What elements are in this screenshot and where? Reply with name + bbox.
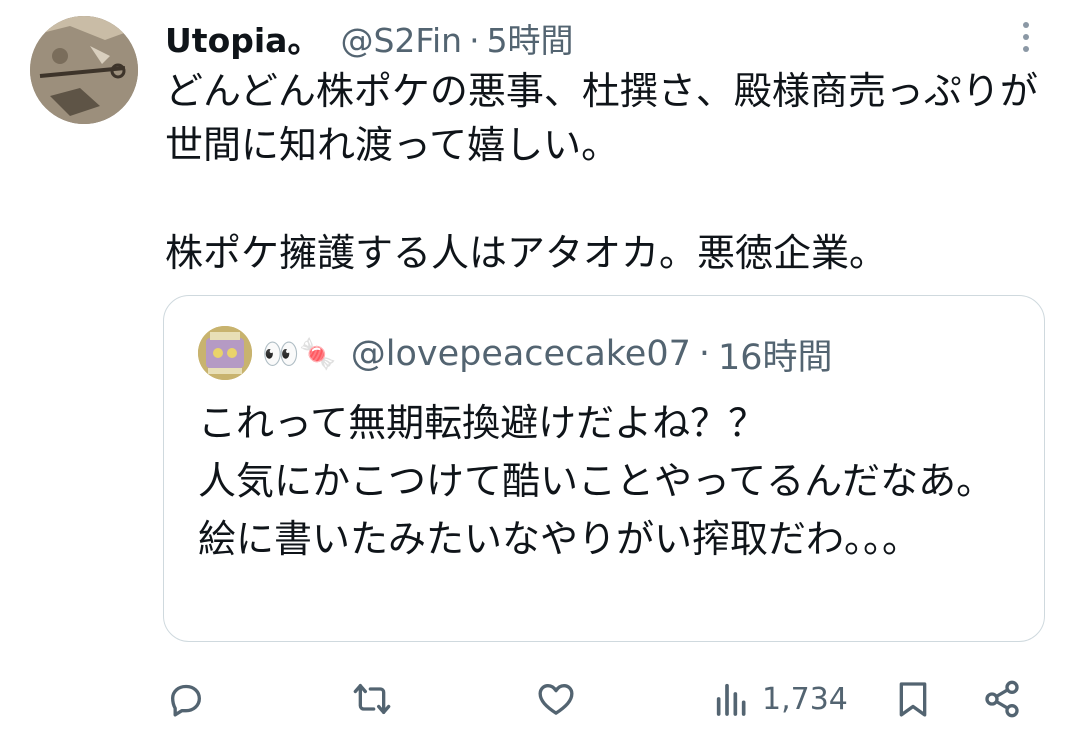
display-name[interactable]: Utopia。: [165, 14, 320, 62]
avatar-image: [30, 16, 138, 124]
share-icon: [985, 680, 1019, 718]
action-bar: 1,734: [0, 672, 1080, 726]
views-icon: [716, 683, 746, 716]
more-options-icon[interactable]: [1008, 18, 1044, 58]
quoted-tweet-text: これって無期転換避けだよね？？ 人気にかこつけて酷いことやってるんだなあ。絵に書…: [198, 401, 995, 561]
like-button[interactable]: [536, 672, 576, 726]
tweet-header: Utopia。 @S2Fin · 5時間: [165, 14, 574, 60]
quoted-author-handle[interactable]: @lovepeacecake07: [351, 334, 691, 374]
retweet-button[interactable]: [352, 672, 392, 726]
quoted-tweet-header: 👀🍬 @lovepeacecake07 · 16時間: [262, 330, 833, 378]
author-avatar[interactable]: [30, 16, 138, 124]
reply-icon: [171, 684, 201, 717]
bookmark-icon: [899, 682, 927, 717]
bookmark-button[interactable]: [893, 672, 933, 726]
quoted-avatar-image: [198, 326, 252, 380]
views-count: 1,734: [762, 681, 848, 717]
quoted-tweet[interactable]: 👀🍬 @lovepeacecake07 · 16時間 これって無期転換避けだよね…: [163, 295, 1045, 642]
views-button[interactable]: 1,734: [712, 672, 848, 726]
quoted-author-avatar[interactable]: [198, 326, 252, 380]
reply-button[interactable]: [166, 672, 206, 726]
separator-dot: ·: [469, 21, 480, 60]
share-button[interactable]: [982, 672, 1022, 726]
retweet-icon: [353, 684, 391, 714]
like-icon: [538, 684, 574, 715]
quoted-tweet-timestamp[interactable]: 16時間: [718, 329, 833, 380]
tweet-text: どんどん株ポケの悪事、杜撰さ、殿様商売っぷりが世間に知れ渡って嬉しい。 株ポケ擁…: [165, 69, 1038, 275]
separator-dot: ·: [698, 334, 710, 374]
author-handle[interactable]: @S2Fin: [340, 21, 462, 60]
tweet: Utopia。 @S2Fin · 5時間 どんどん株ポケの悪事、杜撰さ、殿様商売…: [0, 0, 1080, 730]
quoted-author-emoji-name: 👀🍬: [262, 336, 337, 372]
tweet-timestamp[interactable]: 5時間: [487, 14, 574, 62]
